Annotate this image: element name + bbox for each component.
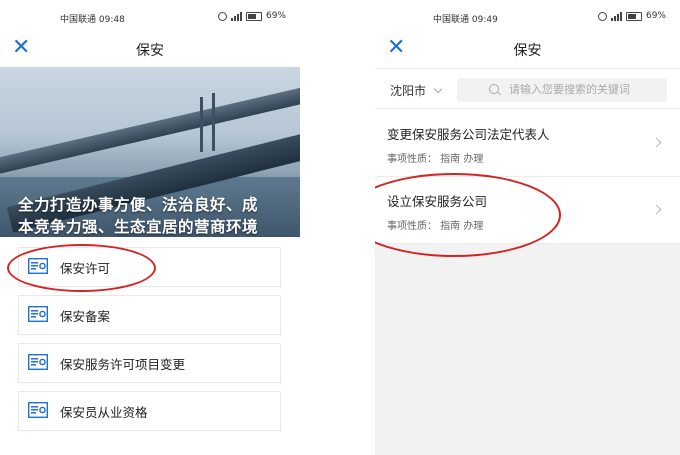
page-title: 保安 — [136, 43, 164, 59]
carrier-time: 中国联通 09:49 — [433, 15, 498, 25]
system-indicators: 69% — [597, 11, 666, 21]
banner-slogan: 全力打造办事方便、法治良好、成 本竞争力强、生态宜居的营商环境 — [18, 194, 293, 237]
search-icon — [489, 84, 499, 94]
left-phone-screen: 中国联通 09:48 69% ✕ 保安 全力打造办事方便、法治良好、成 本竞争力… — [0, 0, 300, 455]
license-card-icon — [28, 354, 48, 370]
menu-item-guard-qualification[interactable]: 保安员从业资格 — [18, 391, 281, 431]
alarm-icon — [217, 11, 227, 21]
signal-icon — [610, 11, 622, 21]
item-subtitle: 事项性质： 指南 办理 — [387, 221, 484, 232]
menu-item-label: 保安许可 — [60, 260, 111, 276]
bridge-tower — [212, 93, 215, 151]
city-selector[interactable]: 沈阳市 — [390, 82, 443, 99]
item-title: 变更保安服务公司法定代表人 — [387, 127, 550, 142]
license-card-icon — [28, 306, 48, 322]
page-title: 保安 — [513, 43, 542, 59]
result-list: 变更保安服务公司法定代表人 事项性质： 指南 办理 设立保安服务公司 事项性质：… — [375, 110, 680, 244]
carrier-time: 中国联通 09:48 — [60, 15, 125, 25]
chevron-right-icon — [651, 137, 662, 148]
status-bar: 中国联通 09:48 69% — [0, 0, 300, 30]
system-indicators: 69% — [217, 11, 286, 21]
city-label: 沈阳市 — [390, 84, 427, 98]
banner-image: 全力打造办事方便、法治良好、成 本竞争力强、生态宜居的营商环境 — [0, 67, 300, 237]
list-item[interactable]: 变更保安服务公司法定代表人 事项性质： 指南 办理 — [375, 110, 680, 177]
empty-area — [375, 244, 680, 455]
menu-item-security-license[interactable]: 保安许可 — [18, 247, 281, 287]
divider — [375, 108, 680, 109]
list-item[interactable]: 设立保安服务公司 事项性质： 指南 办理 — [375, 177, 680, 244]
search-placeholder: 请输入您要搜索的关键词 — [509, 83, 630, 96]
item-title: 设立保安服务公司 — [387, 194, 488, 209]
battery-icon — [625, 11, 642, 21]
banner-slogan-line1: 全力打造办事方便、法治良好、成 — [18, 196, 259, 214]
menu-item-label: 保安服务许可项目变更 — [60, 356, 186, 372]
status-bar: 中国联通 09:49 69% — [375, 0, 680, 30]
right-phone-screen: 中国联通 09:49 69% ✕ 保安 沈阳市 请输入您要搜索的关键词 变更保安… — [375, 0, 680, 455]
service-menu: 保安许可 保安备案 保安服务许可项目变更 保安员从业资格 — [18, 247, 281, 439]
menu-item-label: 保安员从业资格 — [60, 404, 148, 420]
signal-icon — [230, 11, 242, 21]
bridge-tower — [200, 97, 203, 152]
search-input[interactable]: 请输入您要搜索的关键词 — [457, 78, 667, 102]
license-card-icon — [28, 402, 48, 418]
battery-level: 69% — [645, 11, 666, 21]
battery-icon — [245, 11, 262, 21]
alarm-icon — [597, 11, 607, 21]
battery-level: 69% — [265, 11, 286, 21]
menu-item-license-change[interactable]: 保安服务许可项目变更 — [18, 343, 281, 383]
menu-item-security-filing[interactable]: 保安备案 — [18, 295, 281, 335]
divider — [375, 68, 680, 69]
chevron-right-icon — [651, 204, 662, 215]
chevron-down-icon — [433, 84, 443, 94]
nav-bar: ✕ 保安 — [375, 30, 680, 68]
license-card-icon — [28, 258, 48, 274]
nav-bar: ✕ 保安 — [0, 30, 300, 68]
item-subtitle: 事项性质： 指南 办理 — [387, 154, 484, 165]
banner-slogan-line2: 本竞争力强、生态宜居的营商环境 — [18, 218, 259, 236]
menu-item-label: 保安备案 — [60, 308, 111, 324]
filter-bar: 沈阳市 请输入您要搜索的关键词 — [375, 70, 680, 108]
